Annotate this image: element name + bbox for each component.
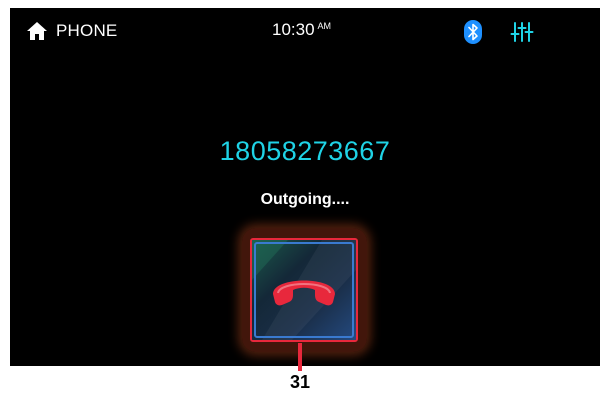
callout-number: 31 — [289, 372, 311, 392]
clock-time: 10:30 — [272, 20, 315, 39]
end-call-button[interactable] — [250, 238, 358, 342]
equalizer-icon[interactable] — [510, 22, 534, 42]
home-button[interactable]: PHONE — [26, 20, 117, 42]
clock: 10:30 AM — [272, 20, 331, 40]
callout-line — [298, 343, 302, 371]
head-unit-screen: PHONE 10:30 AM 18058273667 Outgoing.... — [10, 8, 600, 366]
end-call-highlight — [242, 228, 367, 352]
bluetooth-icon[interactable] — [464, 20, 482, 44]
home-label: PHONE — [56, 21, 118, 40]
status-bar: PHONE 10:30 AM — [10, 8, 600, 52]
clock-ampm: AM — [317, 21, 332, 31]
dialed-number: 18058273667 — [219, 136, 391, 166]
home-icon — [27, 22, 47, 40]
call-status: Outgoing.... — [260, 191, 350, 208]
